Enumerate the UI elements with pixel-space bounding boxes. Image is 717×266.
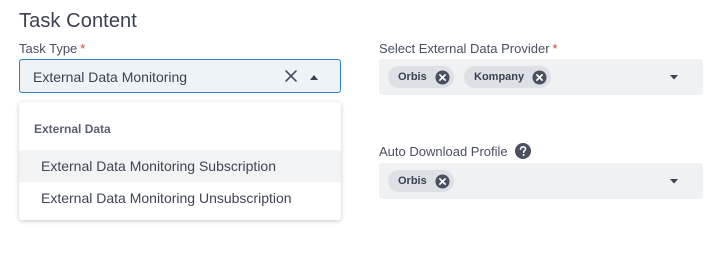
caret-down-icon[interactable] (669, 73, 679, 81)
data-provider-label-text: Select External Data Provider (379, 41, 550, 56)
chip-kompany: Kompany (464, 66, 552, 88)
caret-down-icon[interactable] (669, 177, 679, 185)
data-provider-label: Select External Data Provider * (379, 41, 558, 56)
chip-label: Orbis (398, 175, 427, 187)
auto-download-label-text: Auto Download Profile (379, 143, 508, 159)
dropdown-group-header: External Data (34, 122, 111, 136)
required-marker: * (552, 41, 558, 56)
task-type-label-text: Task Type (19, 41, 78, 56)
auto-download-label: Auto Download Profile (379, 143, 531, 159)
chip-remove-icon[interactable] (532, 69, 547, 85)
chip-remove-icon[interactable] (435, 69, 450, 85)
task-type-select[interactable]: External Data Monitoring (19, 59, 341, 93)
section-title: Task Content (19, 10, 137, 32)
option-external-data-monitoring-unsubscription[interactable]: External Data Monitoring Unsubscription (19, 182, 341, 214)
chip-orbis: Orbis (388, 66, 454, 88)
task-type-value: External Data Monitoring (33, 69, 188, 85)
auto-download-multiselect[interactable]: Orbis (379, 163, 703, 199)
required-marker: * (80, 41, 86, 56)
question-circle-icon[interactable] (514, 143, 531, 159)
chip-label: Orbis (398, 71, 427, 83)
caret-up-icon[interactable] (308, 72, 320, 82)
option-external-data-monitoring-subscription[interactable]: External Data Monitoring Subscription (19, 150, 341, 182)
chip-label: Kompany (474, 71, 525, 83)
chip-orbis: Orbis (388, 170, 454, 192)
task-type-dropdown-menu: External Data External Data Monitoring S… (19, 102, 341, 220)
task-type-label: Task Type * (19, 41, 85, 56)
data-provider-multiselect[interactable]: Orbis Kompany (379, 59, 703, 95)
clear-icon[interactable] (283, 68, 299, 84)
chip-remove-icon[interactable] (435, 173, 450, 189)
